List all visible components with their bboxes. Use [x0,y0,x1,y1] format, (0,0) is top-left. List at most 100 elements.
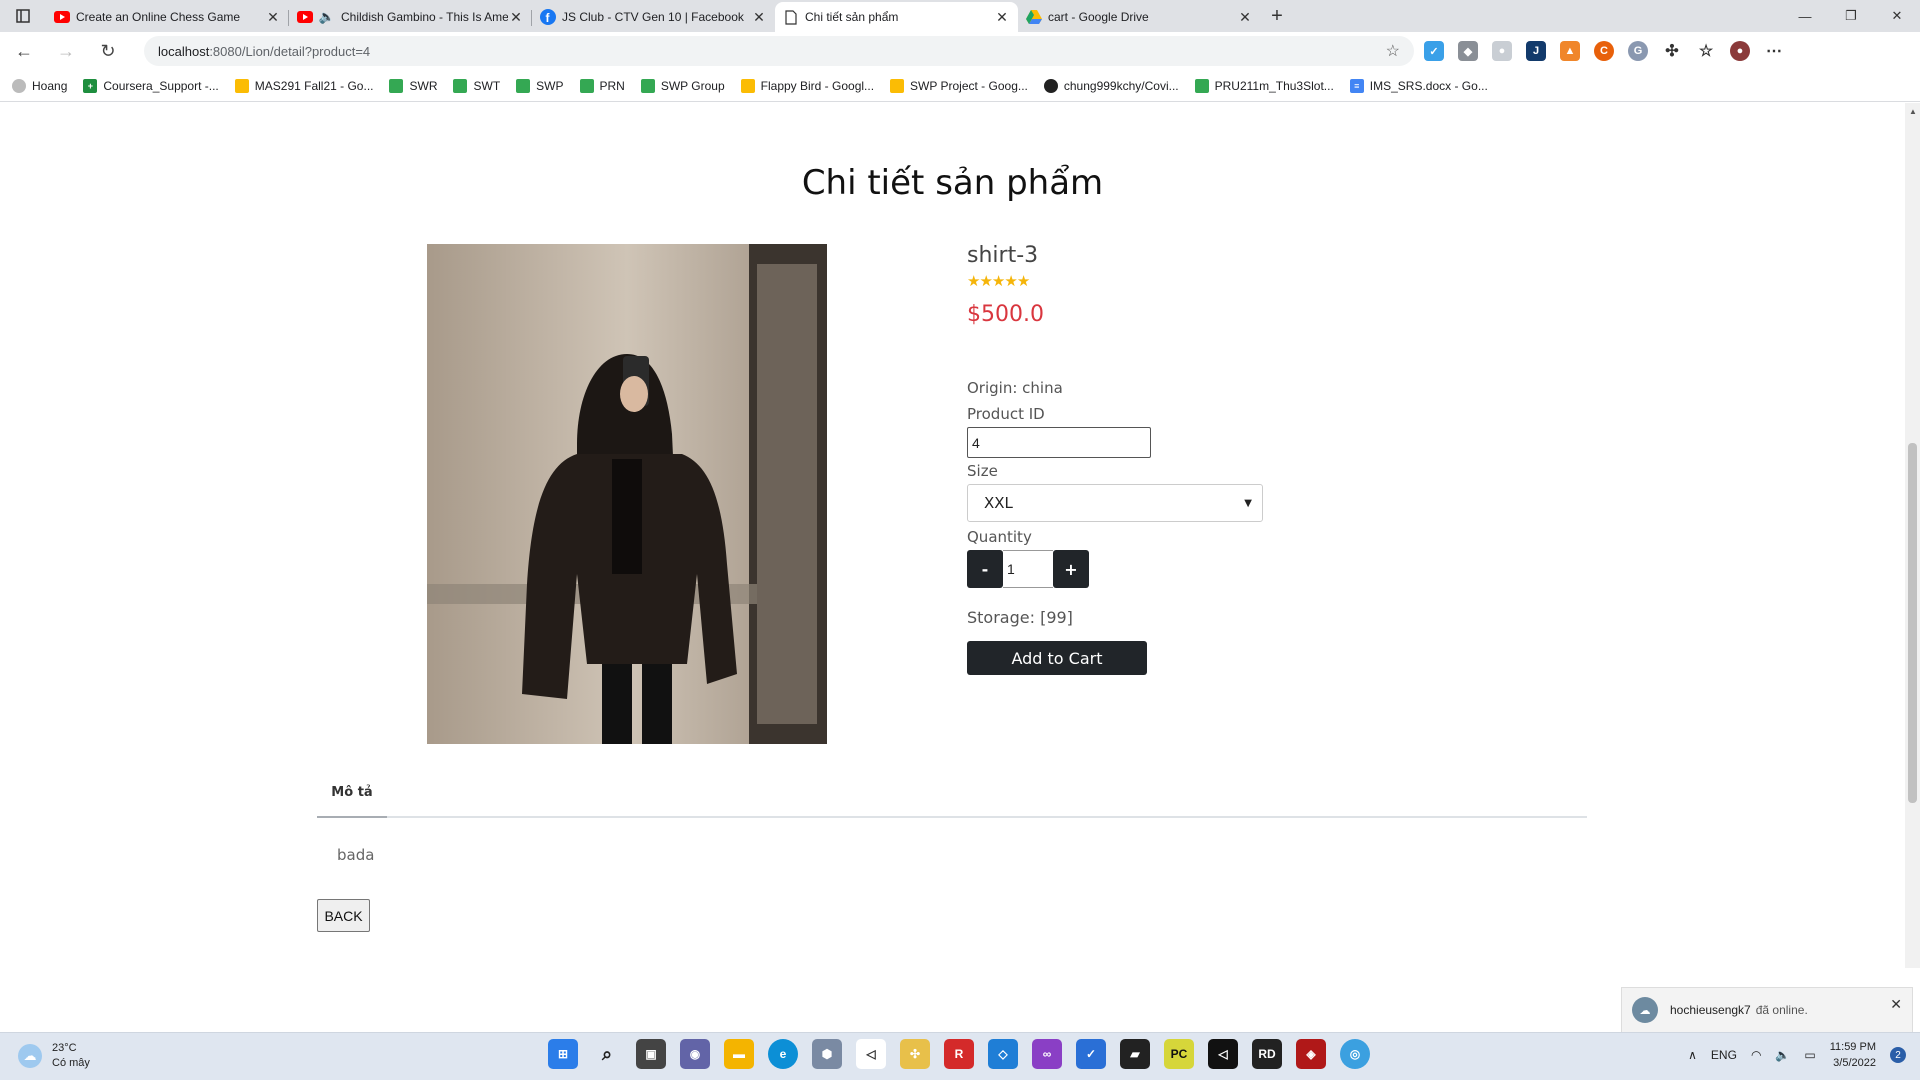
globe-icon[interactable]: ◎ [1340,1039,1370,1069]
close-icon[interactable]: ✕ [265,9,281,26]
drive-icon [234,78,249,93]
meet-icon [640,78,655,93]
extension-icon[interactable]: C [1594,41,1614,61]
increase-quantity-button[interactable]: + [1053,550,1089,588]
chat-icon[interactable]: ◉ [680,1039,710,1069]
vscode-icon[interactable]: ◇ [988,1039,1018,1069]
app-icon[interactable]: ▰ [1120,1039,1150,1069]
search-icon[interactable]: ⌕ [592,1039,622,1069]
extension-icon[interactable]: ● [1492,41,1512,61]
page-title: Chi tiết sản phẩm [801,163,1104,203]
app-icon[interactable]: ✣ [900,1039,930,1069]
notification-badge[interactable]: 2 [1890,1047,1906,1063]
bookmark-star-icon[interactable]: ☆ [1386,41,1400,61]
bookmark-item[interactable]: SWR [389,78,437,93]
speaker-icon[interactable]: 🔈 [319,9,335,25]
tab-actions-button[interactable] [0,0,46,32]
puzzle-icon[interactable]: ✣ [1662,41,1682,61]
browser-tab-active[interactable]: Chi tiết sản phẩm ✕ [775,2,1018,32]
close-icon[interactable]: ✕ [1890,996,1902,1013]
weather-widget[interactable]: ☁ 23°C Có mây [18,1041,90,1071]
tab-title: Create an Online Chess Game [76,10,241,24]
extension-icon[interactable]: J [1526,41,1546,61]
app-icon[interactable]: R [944,1039,974,1069]
browser-tab[interactable]: f JS Club - CTV Gen 10 | Facebook ✕ [532,2,775,32]
bookmark-item[interactable]: PRN [579,78,625,93]
extension-icon[interactable]: ✓ [1424,41,1444,61]
folder-icon[interactable]: ▬ [724,1039,754,1069]
bookmark-item[interactable]: Hoang [12,78,67,93]
product-id-field[interactable]: 4 [967,427,1151,458]
star-icon: ★ [1016,272,1030,290]
decrease-quantity-button[interactable]: - [967,550,1003,588]
minimize-icon[interactable]: — [1782,0,1828,32]
storage-text: Storage: [99] [967,608,1073,627]
scroll-up-icon[interactable]: ▲ [1909,107,1917,116]
address-bar[interactable]: i localhost:8080/Lion/detail?product=4 ☆ [144,36,1414,192]
drive-icon [890,78,905,93]
back-button[interactable]: BACK [317,899,370,932]
battery-icon[interactable]: ▭ [1804,1048,1815,1062]
product-info: shirt-3 ★★★★★ $500.0 Origin: china Produ… [967,243,1367,675]
avatar[interactable]: ● [1730,41,1750,61]
clock[interactable]: 11:59 PM 3/5/2022 [1830,1039,1876,1071]
favorites-icon[interactable]: ☆ [1696,41,1716,61]
page-scrollbar[interactable]: ▲ [1905,103,1920,968]
close-icon[interactable]: ✕ [751,9,767,26]
bookmark-item[interactable]: PRU211m_Thu3Slot... [1194,78,1334,93]
more-icon[interactable]: ⋯ [1764,41,1784,61]
close-icon[interactable]: ✕ [508,9,524,26]
visual-studio-icon[interactable]: ∞ [1032,1039,1062,1069]
browser-tab[interactable]: 🔈 Childish Gambino - This Is America ✕ [289,2,532,32]
task-view-icon[interactable]: ▣ [636,1039,666,1069]
add-to-cart-button[interactable]: Add to Cart [967,641,1147,675]
avatar: ☁ [1632,997,1658,1023]
bookmark-item[interactable]: chung999kchy/Covi... [1043,78,1179,93]
close-icon[interactable]: ✕ [1237,9,1253,26]
pycharm-icon[interactable]: PC [1164,1039,1194,1069]
app-icon[interactable]: ◁ [856,1039,886,1069]
online-notification[interactable]: ☁ hochieusengk7 đã online. ✕ [1621,987,1913,1033]
scrollbar-thumb[interactable] [1908,443,1917,803]
bookmark-item[interactable]: ≡ IMS_SRS.docx - Go... [1349,78,1488,93]
tab-description[interactable]: Mô tả [317,768,387,818]
unity-icon[interactable]: ◁ [1208,1039,1238,1069]
bookmark-item[interactable]: SWP Group [640,78,725,93]
quantity-input[interactable]: 1 [1003,550,1053,588]
chevron-up-icon[interactable]: ∧ [1688,1048,1697,1062]
back-arrow-icon[interactable]: ← [6,35,42,67]
description-tabs: Mô tả [317,768,1587,818]
browser-tab[interactable]: cart - Google Drive ✕ [1018,2,1261,32]
edge-icon[interactable]: e [768,1039,798,1069]
reload-icon[interactable]: ↻ [90,35,126,67]
bookmark-item[interactable]: Flappy Bird - Googl... [740,78,874,93]
app-icon[interactable]: ⬢ [812,1039,842,1069]
bookmark-item[interactable]: MAS291 Fall21 - Go... [234,78,373,93]
metamask-icon[interactable]: ▲ [1560,41,1580,61]
bookmark-item[interactable]: SWP Project - Goog... [890,78,1028,93]
language-indicator[interactable]: ENG [1711,1048,1737,1062]
bookmark-item[interactable]: + Coursera_Support -... [83,78,219,93]
app-icon[interactable]: ◈ [1296,1039,1326,1069]
extension-icon[interactable]: G [1628,41,1648,61]
size-select[interactable]: XXL ▼ [967,484,1263,522]
youtube-icon [54,9,70,25]
product-origin: Origin: china [967,379,1063,397]
new-tab-button[interactable]: + [1261,0,1293,32]
bookmark-item[interactable]: SWT [453,78,500,93]
rider-icon[interactable]: RD [1252,1039,1282,1069]
browser-tab[interactable]: Create an Online Chess Game ✕ [46,2,289,32]
todo-icon[interactable]: ✓ [1076,1039,1106,1069]
cloud-icon: ☁ [18,1044,42,1068]
extension-icon[interactable]: ◆ [1458,41,1478,61]
speaker-icon[interactable]: 🔈 [1775,1048,1790,1062]
bookmark-item[interactable]: SWP [516,78,564,93]
wifi-icon[interactable]: ◠ [1751,1048,1761,1062]
restore-icon[interactable]: ❐ [1828,0,1874,32]
forward-arrow-icon[interactable]: → [48,35,84,67]
close-window-icon[interactable]: ✕ [1874,0,1920,32]
windows-start-icon[interactable]: ⊞ [548,1039,578,1069]
globe-icon [12,78,26,93]
close-icon[interactable]: ✕ [994,9,1010,26]
tab-title: JS Club - CTV Gen 10 | Facebook [562,10,744,24]
